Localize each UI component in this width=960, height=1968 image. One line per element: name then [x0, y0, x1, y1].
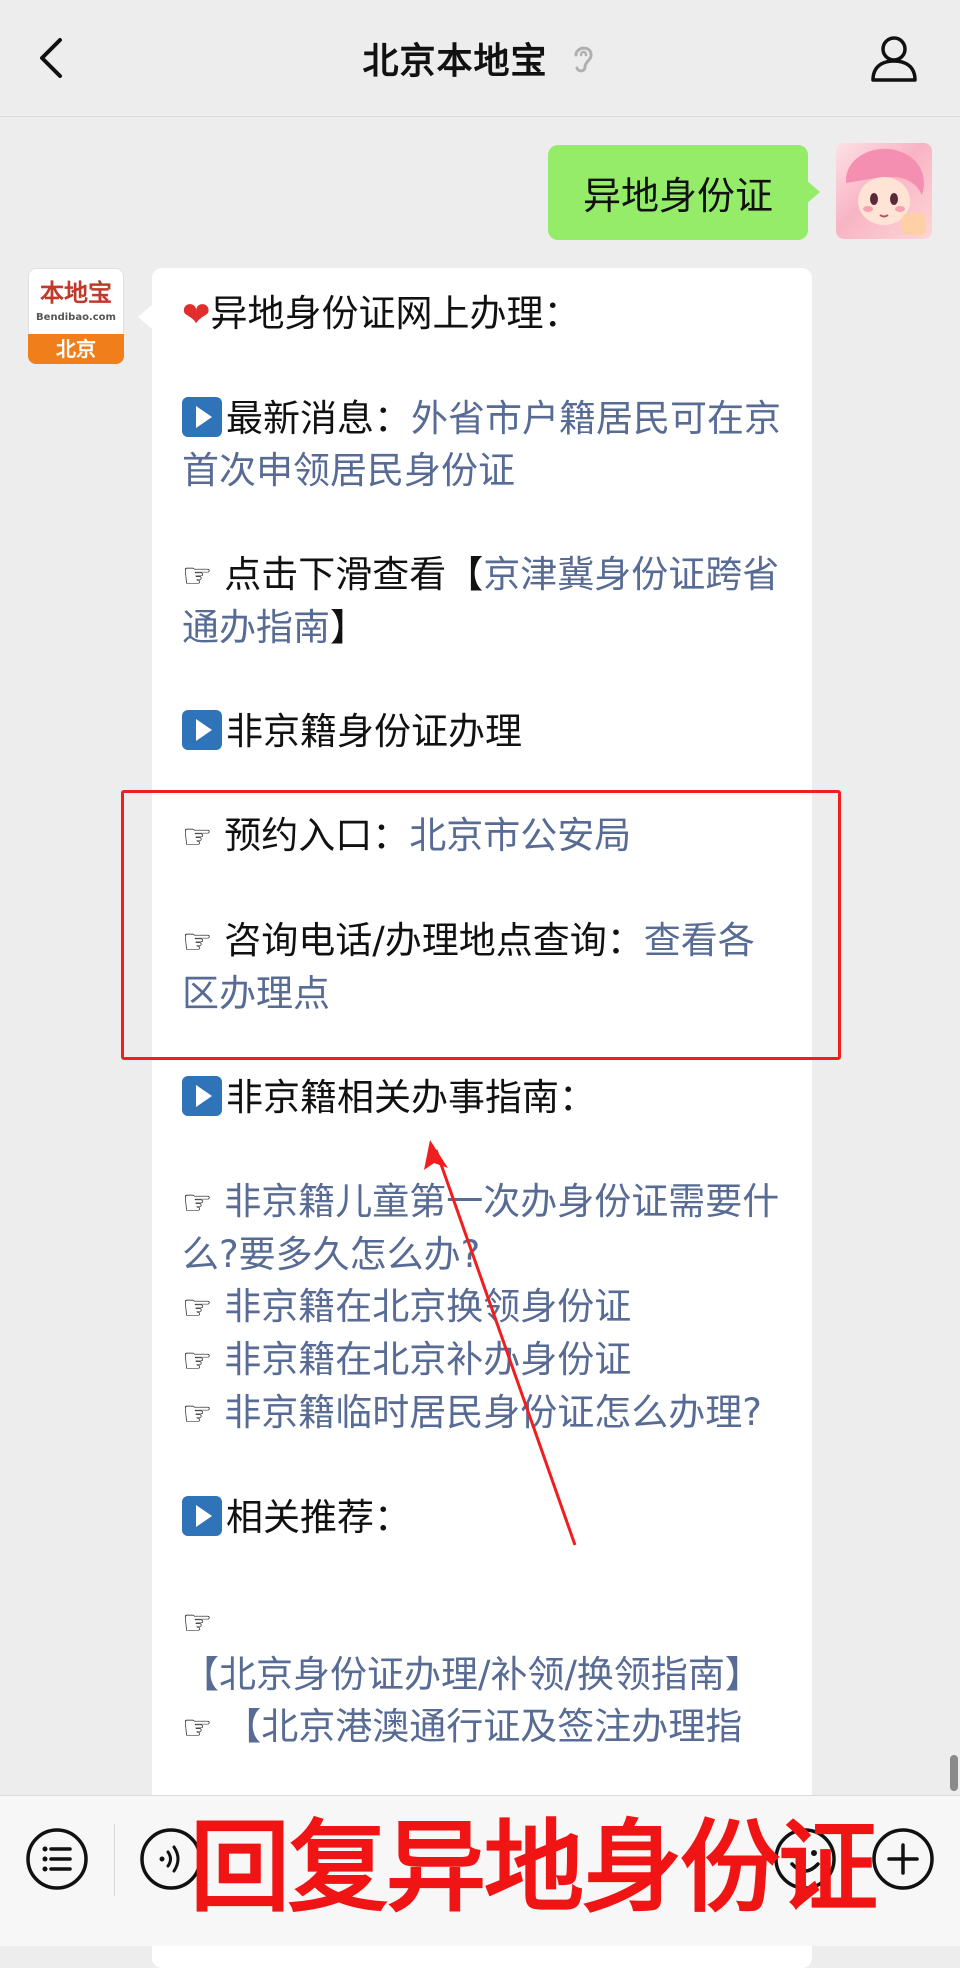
pointing-hand-icon: ☞ [182, 1394, 213, 1434]
pointing-hand-icon: ☞ [182, 1183, 213, 1223]
my-avatar[interactable] [836, 143, 932, 239]
pointing-hand-icon: ☞ [182, 1341, 213, 1381]
guide-item: ☞ 非京籍临时居民身份证怎么办理? [182, 1387, 787, 1440]
guide-item: ☞ 非京籍儿童第一次办身份证需要什么?要多久怎么办? [182, 1176, 787, 1281]
outgoing-message-text: 异地身份证 [582, 174, 773, 218]
slide-line: ☞ 点击下滑查看【京津冀身份证跨省通办指南】 [182, 549, 787, 654]
message-heading: 异地身份证网上办理： [210, 292, 581, 335]
pointing-hand-icon: ☞ [182, 1708, 213, 1748]
guide-link-4[interactable]: 非京籍临时居民身份证怎么办理? [224, 1391, 762, 1434]
section-nonlocal: 非京籍身份证办理 [226, 710, 522, 753]
slide-suffix: 】 [330, 606, 367, 649]
chat-title: 北京本地宝 [362, 41, 548, 82]
highlight-box-annotation [121, 790, 841, 1060]
plus-icon[interactable] [870, 1826, 936, 1892]
overlay-caption: 回复异地身份证 [190, 1809, 878, 1926]
related-item: ☞ 【北京港澳通行证及签注办理指 [182, 1701, 787, 1754]
avatar-illustration [845, 148, 926, 235]
top-bar: 北京本地宝 [0, 0, 960, 117]
play-icon [182, 397, 222, 437]
official-account-avatar[interactable]: 本地宝 Bendibao.com 北京 [28, 268, 124, 364]
section-nonlocal-line: 非京籍身份证办理 [182, 706, 787, 758]
play-icon [182, 710, 222, 750]
pointing-hand-icon: ☞ [182, 1603, 213, 1643]
logo-url-text: Bendibao.com [36, 312, 116, 323]
guide-link-3[interactable]: 非京籍在北京补办身份证 [224, 1338, 631, 1381]
play-icon [182, 1496, 222, 1536]
scrollbar[interactable] [950, 1755, 958, 1791]
section-guide: 非京籍相关办事指南： [226, 1076, 596, 1119]
news-line: 最新消息：外省市户籍居民可在京首次申领居民身份证 [182, 393, 787, 497]
ear-icon [574, 46, 593, 73]
logo-top-text: 本地宝 [40, 278, 112, 307]
menu-list-icon[interactable] [24, 1826, 90, 1892]
bar-divider [114, 1824, 115, 1896]
section-related-line: 相关推荐： [182, 1492, 787, 1544]
user-icon[interactable] [866, 30, 922, 86]
outgoing-bubble-tail [806, 180, 820, 204]
pointing-hand-icon: ☞ [182, 556, 213, 596]
related-link-2[interactable]: 【北京港澳通行证及签注办理指 [224, 1705, 742, 1748]
slide-prefix: 点击下滑查看【 [224, 553, 484, 596]
guide-link-1[interactable]: 非京籍儿童第一次办身份证需要什么?要多久怎么办? [182, 1180, 779, 1276]
logo-city-text: 北京 [28, 334, 124, 364]
guide-link-2[interactable]: 非京籍在北京换领身份证 [224, 1285, 631, 1328]
play-icon [182, 1076, 222, 1116]
guide-item: ☞ 非京籍在北京补办身份证 [182, 1334, 787, 1387]
section-guide-line: 非京籍相关办事指南： [182, 1072, 787, 1124]
title-area: 北京本地宝 [0, 30, 960, 86]
pointing-hand-icon: ☞ [182, 1288, 213, 1328]
incoming-bubble-tail [138, 305, 152, 329]
section-related: 相关推荐： [226, 1496, 411, 1539]
message-heading-line: ❤异地身份证网上办理： [182, 288, 787, 341]
heart-icon: ❤ [182, 295, 211, 335]
related-item: ☞ 【北京身份证办理/补领/换领指南】 [182, 1596, 787, 1701]
related-link-1[interactable]: 【北京身份证办理/补领/换领指南】 [182, 1653, 762, 1696]
outgoing-message-bubble[interactable]: 异地身份证 [548, 145, 808, 240]
guide-item: ☞ 非京籍在北京换领身份证 [182, 1281, 787, 1334]
news-label: 最新消息： [226, 397, 411, 440]
